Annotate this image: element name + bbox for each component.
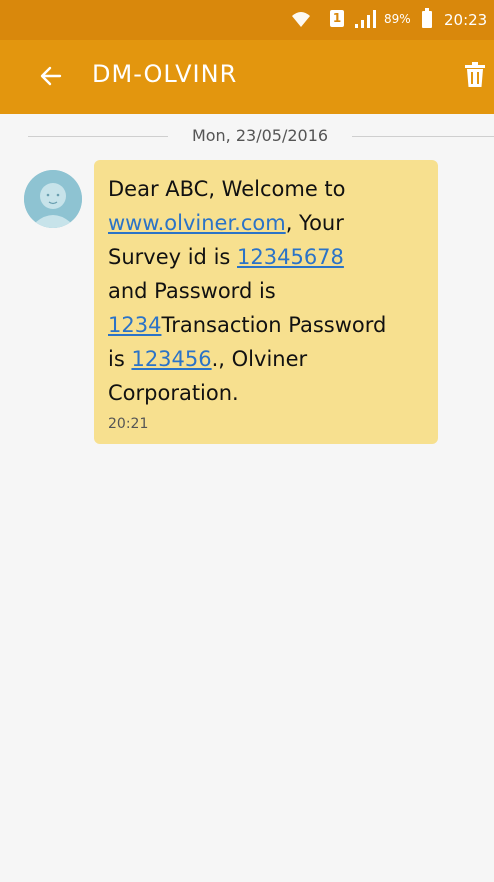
battery-icon <box>422 8 432 28</box>
divider-line <box>28 136 168 137</box>
clock: 20:23 <box>444 11 488 29</box>
wifi-icon <box>292 12 310 27</box>
contact-avatar[interactable] <box>24 170 82 228</box>
message-text: Transaction Password <box>161 313 387 337</box>
app-bar: DM-OLVINR <box>0 40 494 114</box>
conversation-date: Mon, 23/05/2016 <box>191 126 329 145</box>
message-text: Survey id is <box>108 245 238 269</box>
status-bar: 1 89% 20:23 <box>0 0 494 40</box>
message-body: Dear ABC, Welcome to www.olviner.com, Yo… <box>108 172 428 410</box>
website-link[interactable]: www.olviner.com <box>108 211 286 235</box>
message-text: , Your <box>285 211 344 235</box>
password-link[interactable]: 1234 <box>108 313 161 337</box>
message-text: Dear ABC, Welcome to <box>108 177 346 201</box>
transaction-password-link[interactable]: 123456 <box>131 347 211 371</box>
message-timestamp: 20:21 <box>108 416 149 432</box>
person-icon <box>24 170 82 228</box>
battery-percent: 89% <box>384 12 411 26</box>
message-text: ., Olviner <box>211 347 308 371</box>
message-text: and Password is <box>108 279 276 303</box>
sms-conversation-screen: 1 89% 20:23 DM-OLVINR Mon, 23/05/2016 De… <box>0 0 494 882</box>
message-text: Corporation. <box>108 381 239 405</box>
conversation-title: DM-OLVINR <box>92 60 238 88</box>
back-button[interactable] <box>36 60 66 92</box>
trash-icon[interactable] <box>464 62 486 88</box>
divider-line <box>352 136 494 137</box>
message-bubble[interactable]: Dear ABC, Welcome to www.olviner.com, Yo… <box>94 160 438 444</box>
survey-id-link[interactable]: 12345678 <box>237 245 344 269</box>
arrow-left-icon <box>40 66 62 86</box>
signal-strength-icon <box>355 10 376 28</box>
date-divider: Mon, 23/05/2016 <box>0 124 494 150</box>
sim-slot-badge: 1 <box>330 10 344 27</box>
message-text: is <box>108 347 132 371</box>
